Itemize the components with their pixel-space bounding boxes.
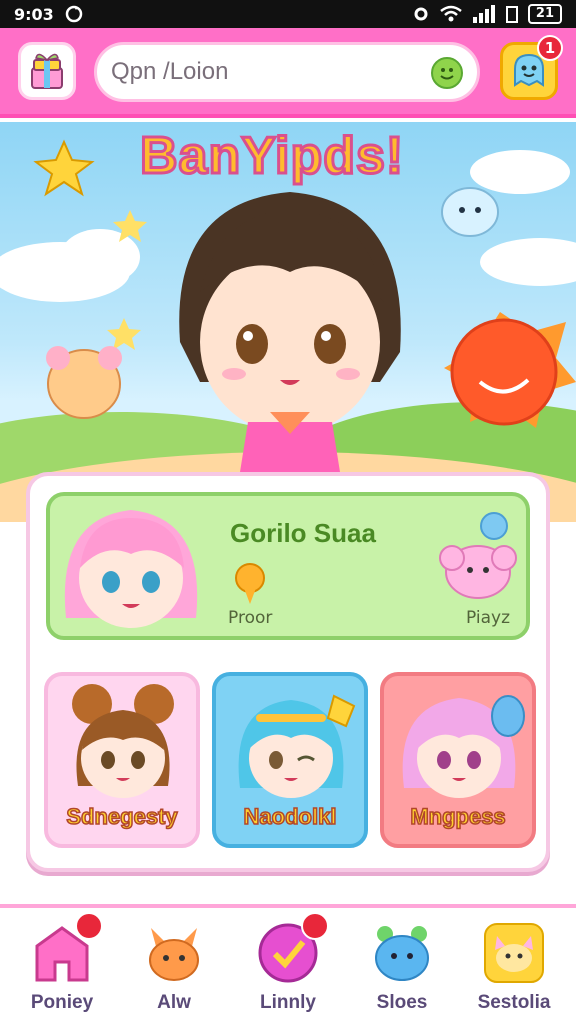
pin-icon: [235, 563, 265, 604]
pig-icon[interactable]: [438, 536, 518, 602]
battery-indicator: 21: [527, 4, 562, 24]
featured-character-name: Gorilo Suaa: [230, 518, 376, 548]
notification-badge: 1: [537, 35, 563, 61]
notification-button[interactable]: 1: [500, 35, 563, 100]
status-time: 9:03: [14, 4, 54, 24]
top-header: Qpn /Loion 1: [0, 28, 576, 118]
settings-icon: [414, 7, 428, 21]
fox-icon: [149, 928, 199, 981]
character-panel: Gorilo Suaa Proor Piayz Sdnegesty Naodol…: [26, 472, 550, 872]
nav-item-alw[interactable]: Alw: [120, 922, 228, 1014]
nav-label-linnly: Linnly: [260, 992, 316, 1013]
app-menu-button[interactable]: [18, 42, 76, 100]
bottom-navigation: Poniey Alw Linnly Sloes Sestolia: [0, 904, 576, 1024]
featured-label-left: Proor: [228, 608, 273, 628]
cat-icon: [484, 923, 544, 983]
featured-character-avatar: [64, 510, 198, 628]
smiley-icon[interactable]: [431, 57, 463, 89]
nav-item-sestolia[interactable]: Sestolia: [460, 922, 568, 1014]
nav-label-poniey: Poniey: [30, 992, 94, 1013]
nav-badge-icon: [75, 912, 103, 940]
character-card-1[interactable]: Sdnegesty: [44, 672, 200, 848]
nav-item-sloes[interactable]: Sloes: [348, 922, 456, 1014]
featured-label-right: Piayz: [465, 608, 510, 628]
character-label-2: Naodolkl: [243, 803, 337, 830]
gift-box-icon: [31, 53, 63, 89]
nav-label-sestolia: Sestolia: [477, 992, 551, 1013]
hero-banner: BanYipds!: [0, 122, 576, 522]
character-avatar-1: [72, 684, 174, 798]
search-input[interactable]: Qpn /Loion: [111, 58, 228, 86]
character-card-3[interactable]: Mngpess: [380, 672, 536, 848]
character-card-2[interactable]: Naodolkl: [212, 672, 368, 848]
character-avatar-3: [402, 695, 525, 798]
character-avatar-2: [238, 694, 356, 798]
nav-badge-icon: [301, 912, 329, 940]
battery-small-icon: [505, 6, 518, 23]
blob-icon: [375, 926, 429, 981]
featured-character-card[interactable]: Gorilo Suaa Proor Piayz: [46, 492, 530, 640]
nav-label-alw: Alw: [157, 992, 191, 1013]
nav-item-poniey[interactable]: Poniey: [8, 912, 116, 1014]
nav-item-linnly[interactable]: Linnly: [234, 912, 342, 1014]
character-label-3: Mngpess: [410, 803, 507, 830]
hero-title: BanYipds!: [138, 126, 405, 187]
sync-icon: [65, 5, 83, 23]
status-bar: 9:03 21: [0, 0, 576, 28]
nav-label-sloes: Sloes: [376, 992, 428, 1013]
search-bar[interactable]: Qpn /Loion: [94, 42, 480, 102]
signal-icon: [472, 5, 495, 23]
character-label-1: Sdnegesty: [66, 803, 179, 830]
wifi-icon: [440, 5, 462, 22]
